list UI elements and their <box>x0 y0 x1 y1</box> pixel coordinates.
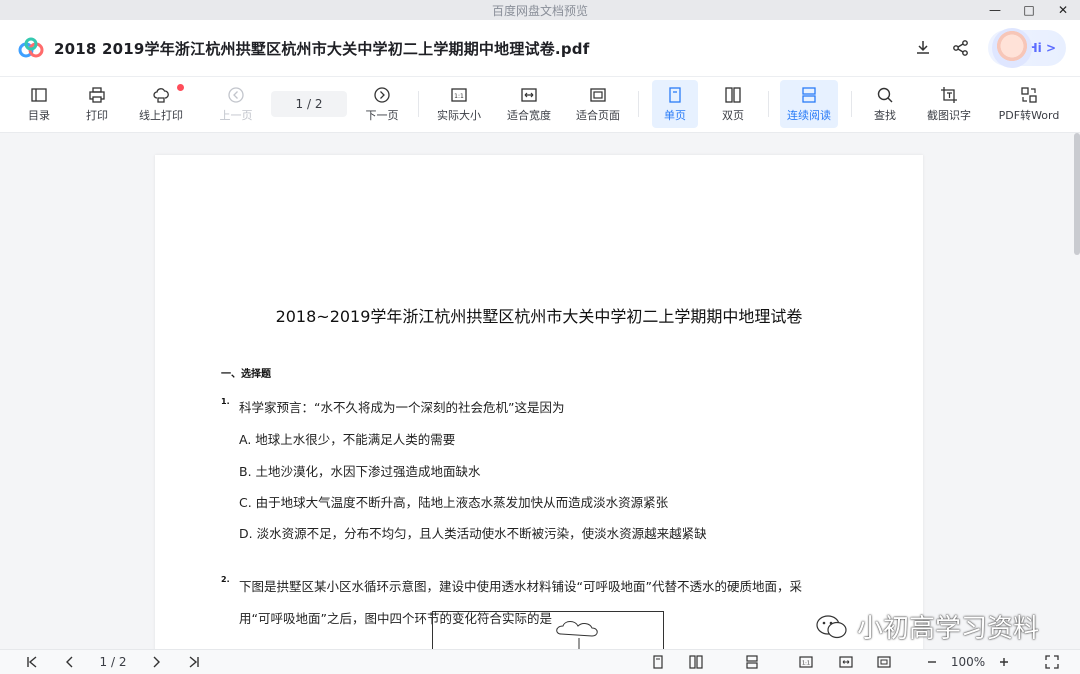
pdf-page: 2018~2019学年浙江杭州拱墅区杭州市大关中学初二上学期期中地理试卷 一、选… <box>155 155 923 649</box>
zoom-out-icon[interactable] <box>922 650 942 674</box>
option-a: A. 地球上水很少，不能满足人类的需要 <box>239 432 456 447</box>
question-number: 1. <box>221 397 230 406</box>
single-page-icon <box>669 86 681 103</box>
share-icon[interactable] <box>950 37 972 59</box>
question-number: 2. <box>221 575 230 584</box>
svg-text:1:1: 1:1 <box>454 93 464 100</box>
assistant-avatar <box>992 28 1032 68</box>
double-page-icon[interactable] <box>686 650 706 674</box>
maximize-icon[interactable]: □ <box>1012 0 1046 20</box>
fullscreen-icon[interactable] <box>1042 650 1062 674</box>
screenshot-ocr-label: 截图识字 <box>927 109 971 122</box>
fit-width-icon <box>521 88 537 102</box>
first-page-icon[interactable] <box>22 650 42 674</box>
minimize-icon[interactable]: — <box>978 0 1012 20</box>
print-button[interactable]: 打印 <box>80 77 114 132</box>
find-button[interactable]: 查找 <box>866 77 904 132</box>
vertical-scrollbar[interactable] <box>1074 133 1080 255</box>
fit-page-icon <box>590 88 606 102</box>
zoom-in-icon[interactable] <box>994 650 1014 674</box>
next-page-button[interactable]: 下一页 <box>360 77 404 132</box>
next-page-icon[interactable] <box>146 650 166 674</box>
option-c: C. 由于地球大气温度不断升高，陆地上液态水蒸发加快从而造成淡水资源紧张 <box>239 495 669 510</box>
question-stem: 下图是拱墅区某小区水循环示意图，建设中使用透水材料铺设“可呼吸地面”代替不透水的… <box>239 579 802 594</box>
chevron-right-circle-icon <box>374 87 390 103</box>
status-bar: 1 / 2 1:1 100% <box>0 649 1080 674</box>
document-viewer[interactable]: 2018~2019学年浙江杭州拱墅区杭州市大关中学初二上学期期中地理试卷 一、选… <box>0 133 1080 649</box>
convert-icon <box>1021 87 1037 103</box>
single-page-icon[interactable] <box>648 650 668 674</box>
fit-page-icon[interactable] <box>874 650 894 674</box>
actual-size-button[interactable]: 1:1 实际大小 <box>432 77 486 132</box>
fit-width-label: 适合宽度 <box>507 109 551 122</box>
fit-width-icon[interactable] <box>836 650 856 674</box>
document-heading: 2018~2019学年浙江杭州拱墅区杭州市大关中学初二上学期期中地理试卷 <box>275 307 803 326</box>
document-title: 2018 2019学年浙江杭州拱墅区杭州市大关中学初二上学期期中地理试卷.pdf <box>54 39 590 58</box>
fit-page-button[interactable]: 适合页面 <box>571 77 625 132</box>
double-page-label: 双页 <box>722 109 744 122</box>
cloud-print-icon <box>153 88 169 103</box>
window-controls: — □ ✕ <box>978 0 1080 20</box>
double-page-icon <box>725 87 741 103</box>
option-b: B. 土地沙漠化，水因下渗过强造成地面缺水 <box>239 464 481 479</box>
baidu-netdisk-logo-icon <box>18 37 44 58</box>
print-label: 打印 <box>86 109 108 122</box>
watermark-text: 小初高学习资料 <box>857 614 1040 644</box>
app-header: 2018 2019学年浙江杭州拱墅区杭州市大关中学初二上学期期中地理试卷.pdf… <box>0 20 1080 77</box>
fit-page-label: 适合页面 <box>576 109 620 122</box>
next-page-label: 下一页 <box>365 109 399 122</box>
continuous-scroll-icon[interactable] <box>742 650 762 674</box>
chevron-left-circle-icon <box>228 87 244 103</box>
toolbar-divider <box>638 91 639 117</box>
actual-size-icon: 1:1 <box>451 88 467 102</box>
prev-page-icon[interactable] <box>60 650 80 674</box>
toc-button[interactable]: 目录 <box>22 77 56 132</box>
window-title-bar: 百度网盘文档预览 — □ ✕ <box>0 0 1080 20</box>
fit-width-button[interactable]: 适合宽度 <box>502 77 556 132</box>
crop-text-icon <box>941 87 957 103</box>
search-icon <box>877 87 893 103</box>
pdf-to-word-button[interactable]: PDF转Word <box>992 77 1066 132</box>
double-page-button[interactable]: 双页 <box>712 77 754 132</box>
toolbar: 目录 打印 线上打印 上一页 1 / 2 下一页 1:1 实际大小 适合宽度 适… <box>0 77 1080 133</box>
cloud-icon <box>556 621 598 649</box>
prev-page-button[interactable]: 上一页 <box>214 77 258 132</box>
find-label: 查找 <box>874 109 896 122</box>
section-heading: 一、选择题 <box>221 369 271 380</box>
continuous-read-label: 连续阅读 <box>787 108 831 122</box>
pdf-to-word-label: PDF转Word <box>998 109 1060 122</box>
continuous-read-button[interactable]: 连续阅读 <box>780 80 838 128</box>
toc-label: 目录 <box>28 109 50 122</box>
actual-size-label: 实际大小 <box>437 109 481 122</box>
wechat-watermark: 小初高学习资料 <box>815 608 1039 645</box>
zoom-level: 100% <box>950 655 986 669</box>
question-stem: 科学家预言：“水不久将成为一个深刻的社会危机”这是因为 <box>239 400 565 415</box>
assistant-hi-button[interactable]: Hi > <box>988 28 1066 68</box>
screenshot-ocr-button[interactable]: 截图识字 <box>922 77 976 132</box>
wechat-icon <box>816 614 847 638</box>
printer-icon <box>89 87 105 103</box>
actual-size-icon[interactable]: 1:1 <box>796 650 816 674</box>
page-number-input[interactable]: 1 / 2 <box>271 91 347 117</box>
close-icon[interactable]: ✕ <box>1046 0 1080 20</box>
last-page-icon[interactable] <box>184 650 204 674</box>
notification-dot <box>177 84 184 91</box>
toolbar-divider <box>768 91 769 117</box>
online-print-label: 线上打印 <box>139 109 183 122</box>
option-d: D. 淡水资源不足，分布不均匀，且人类活动使水不断被污染，使淡水资源越来越紧缺 <box>239 526 707 541</box>
status-page-indicator[interactable]: 1 / 2 <box>92 650 134 674</box>
continuous-scroll-icon <box>802 86 816 103</box>
toolbar-divider <box>418 91 419 117</box>
single-page-button[interactable]: 单页 <box>652 80 698 128</box>
prev-page-label: 上一页 <box>219 109 253 122</box>
water-cycle-figure <box>432 611 664 649</box>
download-icon[interactable] <box>912 37 934 59</box>
toc-icon <box>31 88 47 102</box>
svg-text:1:1: 1:1 <box>802 661 810 667</box>
toolbar-divider <box>851 91 852 117</box>
window-title: 百度网盘文档预览 <box>491 3 588 18</box>
single-page-label: 单页 <box>664 108 686 122</box>
header-actions: Hi > <box>912 20 1066 76</box>
